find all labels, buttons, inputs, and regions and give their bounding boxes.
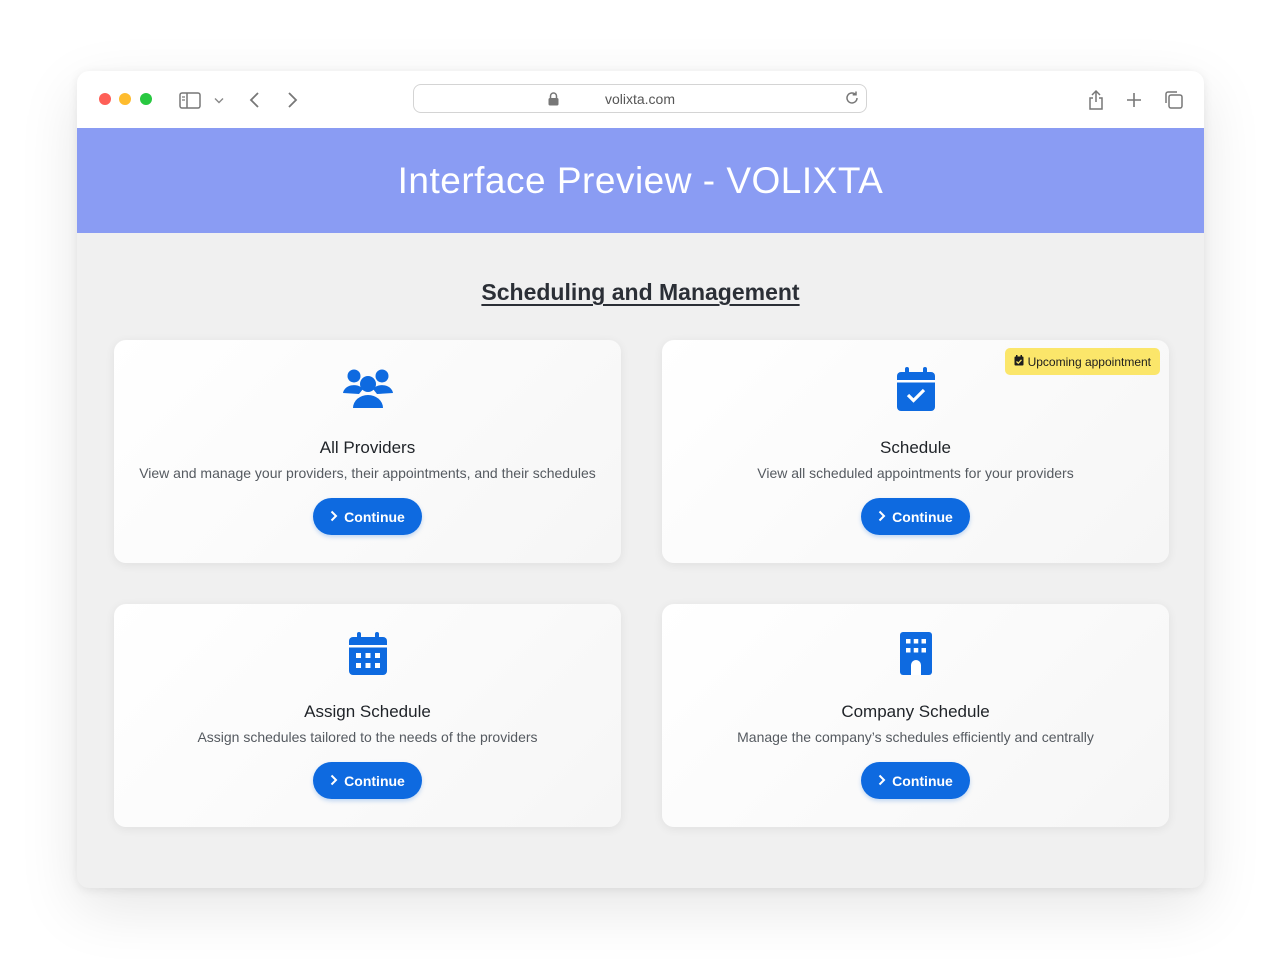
- zoom-window-button[interactable]: [140, 93, 152, 105]
- page-title: Interface Preview - VOLIXTA: [397, 159, 884, 201]
- section-title: Scheduling and Management: [481, 279, 800, 305]
- button-label: Continue: [344, 508, 405, 525]
- chevron-right-icon: [878, 509, 886, 525]
- card-title: Assign Schedule: [304, 702, 431, 721]
- forward-icon[interactable]: [280, 88, 304, 112]
- card-title: All Providers: [319, 438, 416, 457]
- url-text: volixta.com: [604, 91, 676, 107]
- close-window-button[interactable]: [99, 93, 111, 105]
- chevron-right-icon: [330, 509, 338, 525]
- card-all-providers: All Providers View and manage your provi…: [114, 340, 621, 563]
- tab-overview-icon[interactable]: [1162, 88, 1186, 112]
- reload-icon[interactable]: [844, 90, 860, 111]
- continue-button[interactable]: Continue: [861, 762, 970, 799]
- calendar-grid-icon: [114, 628, 621, 678]
- continue-button[interactable]: Continue: [313, 762, 422, 799]
- button-label: Continue: [892, 772, 953, 789]
- share-icon[interactable]: [1084, 88, 1108, 112]
- browser-toolbar: volixta.com: [77, 71, 1204, 128]
- continue-button[interactable]: Continue: [861, 498, 970, 535]
- card-assign-schedule: Assign Schedule Assign schedules tailore…: [114, 604, 621, 827]
- card-schedule: Upcoming appointment Schedule View all s…: [662, 340, 1169, 563]
- page-header: Interface Preview - VOLIXTA: [77, 128, 1204, 233]
- new-tab-icon[interactable]: [1122, 88, 1146, 112]
- users-icon: [114, 364, 621, 414]
- card-title: Schedule: [880, 438, 951, 457]
- minimize-window-button[interactable]: [119, 93, 131, 105]
- chevron-down-icon[interactable]: [211, 88, 227, 112]
- button-label: Continue: [344, 772, 405, 789]
- card-description: Manage the company’s schedules efficient…: [737, 729, 1094, 745]
- chevron-right-icon: [330, 773, 338, 789]
- calendar-check-icon: [662, 364, 1169, 414]
- card-description: Assign schedules tailored to the needs o…: [197, 729, 538, 745]
- card-description: View all scheduled appointments for your…: [757, 465, 1074, 481]
- building-icon: [662, 628, 1169, 678]
- back-icon[interactable]: [243, 88, 267, 112]
- card-title: Company Schedule: [841, 702, 990, 721]
- browser-window: volixta.com Interface Preview - VOLIXTA …: [77, 71, 1204, 888]
- card-description: View and manage your providers, their ap…: [139, 465, 596, 481]
- button-label: Continue: [892, 508, 953, 525]
- continue-button[interactable]: Continue: [313, 498, 422, 535]
- sidebar-toggle-icon[interactable]: [177, 88, 203, 112]
- chevron-right-icon: [878, 773, 886, 789]
- card-company-schedule: Company Schedule Manage the company’s sc…: [662, 604, 1169, 827]
- address-bar[interactable]: volixta.com: [413, 84, 867, 113]
